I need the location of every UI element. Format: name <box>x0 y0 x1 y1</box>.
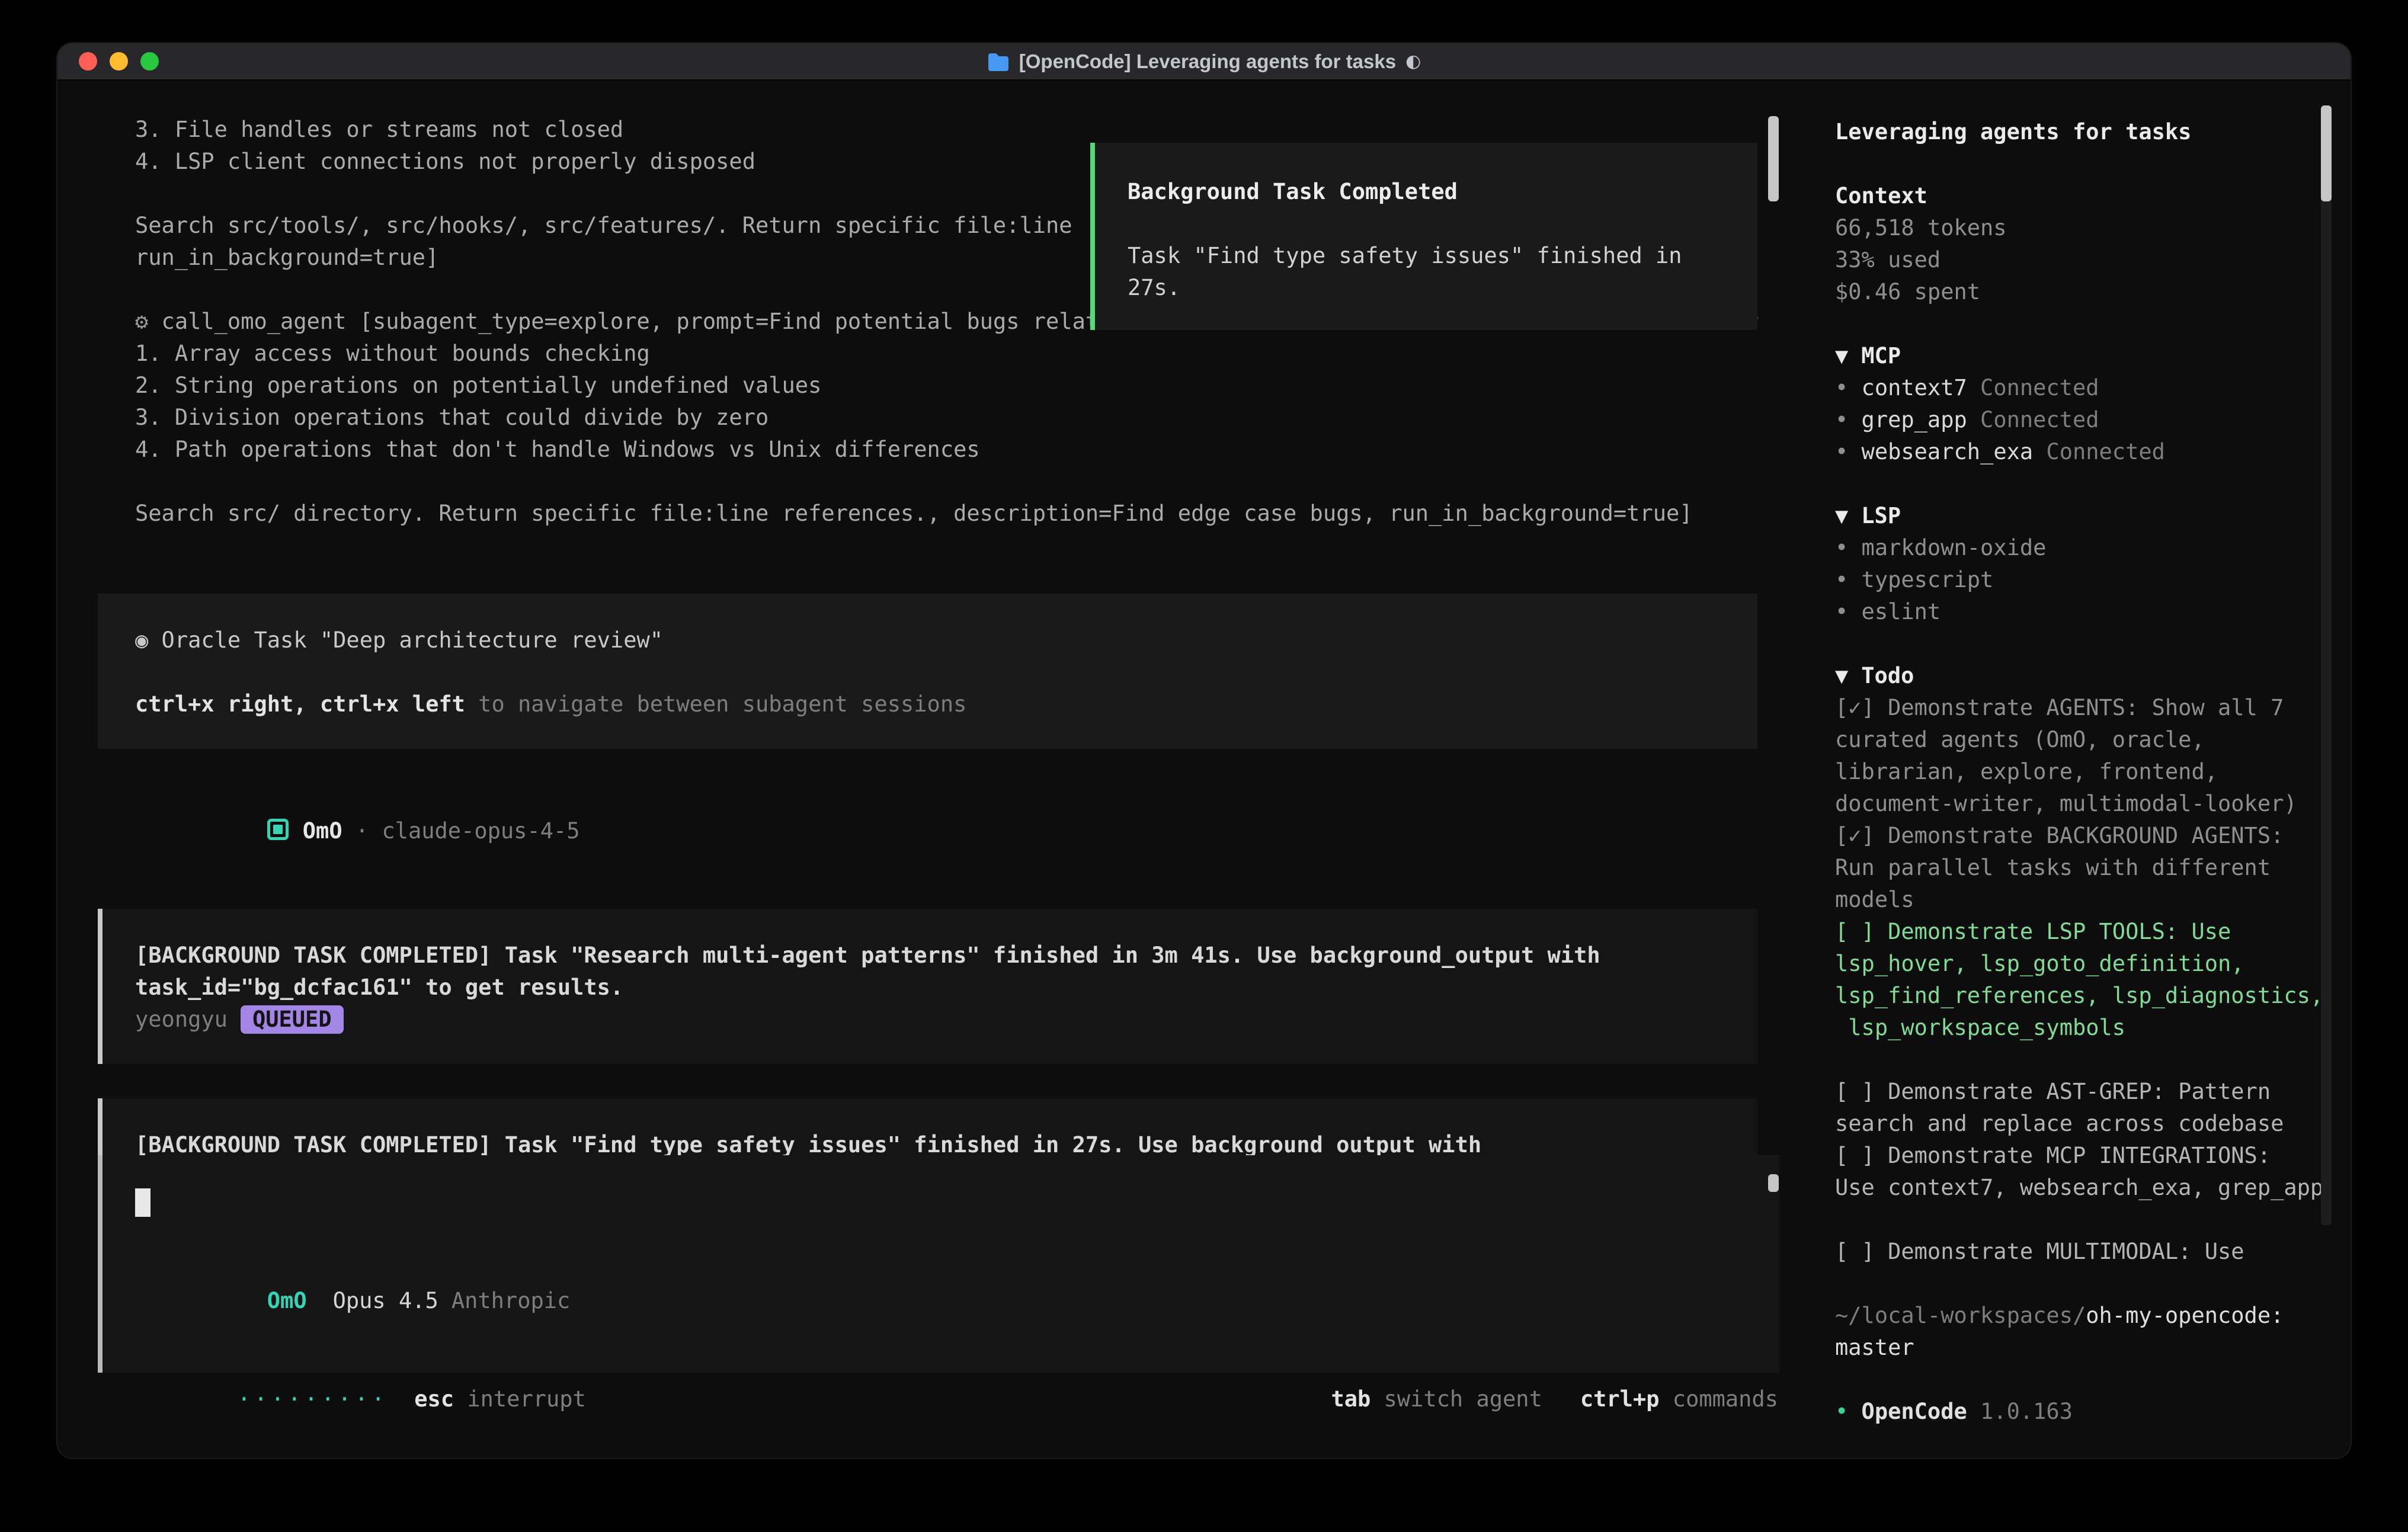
toast-title: Background Task Completed <box>1128 176 1740 208</box>
oracle-hint-keys: ctrl+x right, ctrl+x left <box>135 691 465 717</box>
todo-item: [✓] Demonstrate BACKGROUND AGENTS: Run p… <box>1835 820 2327 916</box>
mcp-item: • context7 Connected <box>1835 372 2327 404</box>
collapse-triangle-icon: ▼ <box>1835 343 1848 368</box>
toast-body: Task "Find type safety issues" finished … <box>1128 240 1740 304</box>
window-title: [OpenCode] Leveraging agents for tasks ◐ <box>987 50 1421 73</box>
text-cursor <box>135 1188 150 1217</box>
main-pane: 3. File handles or streams not closed 4.… <box>57 81 1799 1457</box>
bullet-icon: • <box>1835 1399 1848 1424</box>
main-scrollbar-thumb-bottom[interactable] <box>1768 1174 1779 1192</box>
message-text: task_id="bg_dcfac161" to get results. <box>135 972 1734 1004</box>
lsp-item: • markdown-oxide <box>1835 532 2327 564</box>
minimize-window-button[interactable] <box>110 52 128 70</box>
zoom-window-button[interactable] <box>140 52 159 70</box>
oracle-task-icon: ◉ <box>135 627 148 653</box>
context-tokens: 66,518 tokens <box>1835 212 2327 244</box>
titlebar: [OpenCode] Leveraging agents for tasks ◐ <box>57 43 2351 81</box>
input-agent-label[interactable]: OmO <box>267 1288 307 1313</box>
traffic-lights <box>79 43 159 79</box>
tool-list-line: 3. Division operations that could divide… <box>135 402 1799 434</box>
gear-icon: ⚙ <box>135 309 148 334</box>
collapse-triangle-icon: ▼ <box>1835 663 1848 688</box>
tab-key-label: switch agent <box>1370 1386 1542 1412</box>
todo-item: [ ] Demonstrate MULTIMODAL: Use <box>1835 1236 2327 1268</box>
prompt-input[interactable]: OmO Opus 4.5 Anthropic <box>98 1155 1779 1373</box>
mcp-item: • grep_app Connected <box>1835 404 2327 436</box>
mcp-section-header[interactable]: ▼MCP <box>1835 340 2327 372</box>
oracle-task-title: Oracle Task "Deep architecture review" <box>148 627 663 653</box>
session-activity-icon: ◐ <box>1405 51 1421 72</box>
oracle-task-panel: ◉ Oracle Task "Deep architecture review"… <box>98 594 1757 749</box>
bullet-icon: • <box>1835 535 1848 560</box>
working-spinner-icon: ········· <box>238 1386 388 1412</box>
window-title-text: [OpenCode] Leveraging agents for tasks <box>1019 50 1396 73</box>
ctrlp-key-label: commands <box>1660 1386 1778 1412</box>
agent-icon <box>267 819 289 840</box>
lsp-item: • eslint <box>1835 596 2327 628</box>
todo-item: [ ] Demonstrate MCP INTEGRATIONS: Use co… <box>1835 1140 2327 1204</box>
todo-item: [✓] Demonstrate AGENTS: Show all 7 curat… <box>1835 692 2327 820</box>
status-bar: ········· esc interrupt tab switch agent c… <box>105 1383 1778 1415</box>
esc-key-label: interrupt <box>454 1386 586 1412</box>
mcp-item: • websearch_exa Connected <box>1835 436 2327 468</box>
message-text: [BACKGROUND TASK COMPLETED] Task "Resear… <box>135 940 1734 972</box>
background-task-message: [BACKGROUND TASK COMPLETED] Task "Resear… <box>98 909 1757 1064</box>
input-provider-label: Anthropic <box>451 1288 570 1313</box>
session-sidebar: Leveraging agents for tasks Context 66,5… <box>1799 81 2351 1457</box>
todo-item: [ ] Demonstrate LSP TOOLS: Use lsp_hover… <box>1835 916 2327 1044</box>
agent-name: OmO <box>303 818 342 844</box>
todo-item: [ ] Demonstrate AST-GREP: Pattern search… <box>1835 1076 2327 1140</box>
status-right: tab switch agent ctrl+p commands <box>1199 1351 1778 1447</box>
bullet-icon: • <box>1835 567 1848 592</box>
workspace-branch: master <box>1835 1332 2327 1364</box>
lsp-item: • typescript <box>1835 564 2327 596</box>
oracle-hint-text: to navigate between subagent sessions <box>465 691 966 717</box>
collapse-triangle-icon: ▼ <box>1835 503 1848 528</box>
scrollback-line: 3. File handles or streams not closed <box>135 114 1799 146</box>
sidebar-scrollbar-thumb[interactable] <box>2321 105 2332 201</box>
todo-section-header[interactable]: ▼Todo <box>1835 660 2327 692</box>
tab-key-hint[interactable]: tab <box>1331 1386 1370 1412</box>
bullet-icon: • <box>1835 439 1848 464</box>
tool-list-line: 4. Path operations that don't handle Win… <box>135 434 1799 466</box>
terminal-window: [OpenCode] Leveraging agents for tasks ◐… <box>57 43 2351 1458</box>
folder-icon <box>987 52 1010 71</box>
context-heading: Context <box>1835 180 2327 212</box>
task-completed-toast[interactable]: Background Task Completed Task "Find typ… <box>1090 143 1757 330</box>
sidebar-scrollbar-track[interactable] <box>2321 105 2332 1225</box>
tool-list-line: 2. String operations on potentially unde… <box>135 370 1799 402</box>
close-window-button[interactable] <box>79 52 97 70</box>
main-scrollbar-thumb[interactable] <box>1768 116 1779 201</box>
status-left: ········· esc interrupt <box>105 1351 586 1447</box>
workspace-path: ~/local-workspaces/oh-my-opencode: <box>1835 1300 2327 1332</box>
bullet-icon: • <box>1835 375 1848 400</box>
agent-model: · claude-opus-4-5 <box>342 818 580 844</box>
version-line: • OpenCode 1.0.163 <box>1835 1396 2327 1428</box>
ctrlp-key-hint[interactable]: ctrl+p <box>1580 1386 1660 1412</box>
queued-badge: QUEUED <box>241 1005 344 1034</box>
message-author: yeongyu <box>135 1007 228 1032</box>
context-spent: $0.46 spent <box>1835 276 2327 308</box>
input-model-label[interactable]: Opus 4.5 <box>333 1288 438 1313</box>
esc-key-hint[interactable]: esc <box>414 1386 454 1412</box>
agent-header: OmO · claude-opus-4-5 <box>135 783 1799 879</box>
context-used: 33% used <box>1835 244 2327 276</box>
bullet-icon: • <box>1835 599 1848 624</box>
message-text: [BACKGROUND TASK COMPLETED] Task "Find t… <box>135 1129 1734 1155</box>
scrollback-line: Search src/ directory. Return specific f… <box>135 498 1799 530</box>
tool-list-line: 1. Array access without bounds checking <box>135 338 1799 370</box>
session-title: Leveraging agents for tasks <box>1835 116 2327 148</box>
background-task-message: [BACKGROUND TASK COMPLETED] Task "Find t… <box>98 1098 1757 1155</box>
bullet-icon: • <box>1835 407 1848 432</box>
lsp-section-header[interactable]: ▼LSP <box>1835 500 2327 532</box>
